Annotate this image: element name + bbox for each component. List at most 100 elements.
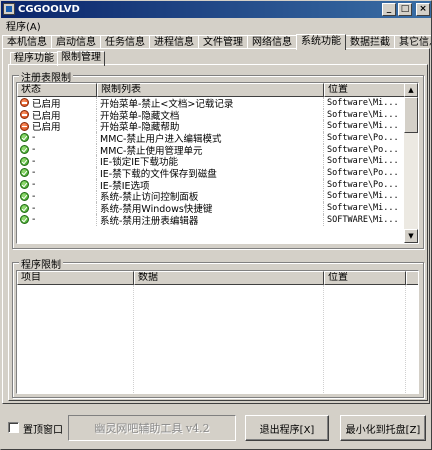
window-title: CGGOOLVD bbox=[18, 3, 80, 15]
restriction-name-cell: IE-禁IE选项 bbox=[97, 178, 324, 191]
location-cell: Software\Po... bbox=[324, 132, 406, 144]
status-text: 已启用 bbox=[32, 110, 61, 121]
ok-icon bbox=[20, 191, 29, 201]
column-data[interactable]: 数据 bbox=[134, 271, 324, 285]
table-row[interactable]: - MMC-禁止使用管理单元 Software\Po... bbox=[17, 143, 406, 156]
restriction-name-cell: IE-锁定IE下载功能 bbox=[97, 155, 324, 168]
table-row[interactable]: - 系统-禁用Windows快捷键 Software\Mi... bbox=[17, 202, 406, 214]
tab-data-intercept[interactable]: 数据拦截 bbox=[345, 35, 395, 49]
location-cell: Software\Po... bbox=[324, 143, 406, 156]
tab-system-functions[interactable]: 系统功能 bbox=[296, 34, 346, 50]
table-row[interactable]: 已启用 开始菜单-禁止<文档>记载记录 Software\Mi... bbox=[17, 97, 406, 109]
minimize-to-tray-button[interactable]: 最小化到托盘[Z] bbox=[340, 415, 426, 441]
tab-network-info[interactable]: 网络信息 bbox=[247, 35, 297, 49]
program-column-lines bbox=[17, 285, 418, 393]
ok-icon bbox=[20, 203, 29, 213]
tab-process-info[interactable]: 进程信息 bbox=[149, 35, 199, 49]
restriction-name-cell: IE-禁下载的文件保存到磁盘 bbox=[97, 167, 324, 179]
status-cell: - bbox=[17, 155, 97, 168]
restriction-name-cell: 开始菜单-隐藏文档 bbox=[97, 108, 324, 121]
program-group-title: 程序限制 bbox=[19, 256, 63, 271]
restriction-name-cell: 开始菜单-禁止<文档>记载记录 bbox=[97, 97, 324, 109]
bottom-bar: 置顶窗口 幽灵网吧辅助工具 v4.2 退出程序[X] 最小化到托盘[Z] bbox=[0, 406, 432, 450]
tab-file-manager[interactable]: 文件管理 bbox=[198, 35, 248, 49]
tab-startup-info[interactable]: 启动信息 bbox=[51, 35, 101, 49]
location-cell: Software\Mi... bbox=[324, 155, 406, 168]
column-filler bbox=[406, 271, 418, 285]
status-text: - bbox=[32, 179, 36, 191]
status-text: - bbox=[32, 155, 36, 167]
table-row[interactable]: 已启用 开始菜单-隐藏帮助 Software\Mi... bbox=[17, 120, 406, 133]
scroll-up-button[interactable]: ▲ bbox=[404, 83, 418, 97]
table-row[interactable]: - IE-禁下载的文件保存到磁盘 Software\Po... bbox=[17, 167, 406, 179]
column-status[interactable]: 状态 bbox=[17, 83, 97, 97]
brand-label: 幽灵网吧辅助工具 v4.2 bbox=[68, 415, 236, 441]
table-row[interactable]: - 系统-禁用注册表编辑器 SOFTWARE\Mi... bbox=[17, 213, 406, 226]
status-cell: - bbox=[17, 132, 97, 144]
ok-icon bbox=[20, 215, 29, 225]
restriction-name-cell: 系统-禁止访问控制面板 bbox=[97, 190, 324, 203]
status-text: - bbox=[32, 214, 36, 226]
status-text: - bbox=[32, 202, 36, 214]
scroll-thumb[interactable] bbox=[404, 97, 418, 133]
close-button[interactable]: × bbox=[416, 2, 430, 16]
column-location[interactable]: 位置 bbox=[324, 83, 406, 97]
maximize-button[interactable]: □ bbox=[398, 2, 412, 16]
status-text: 已启用 bbox=[32, 122, 61, 133]
restriction-name-cell: 系统-禁用Windows快捷键 bbox=[97, 202, 324, 214]
registry-scrollbar[interactable]: ▲ ▼ bbox=[404, 83, 418, 243]
ok-icon bbox=[20, 145, 29, 155]
ok-icon bbox=[20, 156, 29, 166]
tab-other-info[interactable]: 其它信息 bbox=[394, 35, 432, 49]
registry-rows: 已启用 开始菜单-禁止<文档>记载记录 Software\Mi... 已启用 开始菜单-… bbox=[17, 97, 406, 226]
program-list[interactable]: 项目 数据 位置 bbox=[16, 270, 419, 394]
topmost-label[interactable]: 置顶窗口 bbox=[23, 421, 63, 436]
ok-icon bbox=[20, 180, 29, 190]
status-text: - bbox=[32, 132, 36, 144]
restriction-name-cell: 开始菜单-隐藏帮助 bbox=[97, 120, 324, 133]
table-row[interactable]: - 系统-禁止访问控制面板 Software\Mi... bbox=[17, 190, 406, 203]
topmost-checkbox[interactable] bbox=[8, 422, 19, 433]
location-cell: Software\Mi... bbox=[324, 97, 406, 109]
restriction-name-cell: 系统-禁用注册表编辑器 bbox=[97, 213, 324, 226]
location-cell: Software\Mi... bbox=[324, 202, 406, 214]
status-text: 已启用 bbox=[32, 98, 61, 109]
registry-list-header: 状态 限制列表 位置 bbox=[17, 83, 406, 97]
tab-local-info[interactable]: 本机信息 bbox=[2, 35, 52, 49]
status-cell: - bbox=[17, 178, 97, 191]
scroll-down-button[interactable]: ▼ bbox=[404, 229, 418, 243]
status-cell: - bbox=[17, 143, 97, 156]
table-row[interactable]: 已启用 开始菜单-隐藏文档 Software\Mi... bbox=[17, 108, 406, 121]
table-row[interactable]: - IE-锁定IE下载功能 Software\Mi... bbox=[17, 155, 406, 168]
column-restriction[interactable]: 限制列表 bbox=[97, 83, 324, 97]
title-bar[interactable]: CGGOOLVD _ □ × bbox=[0, 0, 432, 18]
location-cell: Software\Mi... bbox=[324, 190, 406, 203]
column-program-location[interactable]: 位置 bbox=[324, 271, 406, 285]
status-cell: - bbox=[17, 202, 97, 214]
tab-task-info[interactable]: 任务信息 bbox=[100, 35, 150, 49]
ok-icon bbox=[20, 133, 29, 143]
menu-program[interactable]: 程序(A) bbox=[5, 18, 42, 33]
table-row[interactable]: - IE-禁IE选项 Software\Po... bbox=[17, 178, 406, 191]
location-cell: Software\Po... bbox=[324, 167, 406, 179]
status-cell: - bbox=[17, 167, 97, 179]
table-row[interactable]: - MMC-禁止用户进入编辑模式 Software\Po... bbox=[17, 132, 406, 144]
status-text: - bbox=[32, 144, 36, 156]
restriction-name-cell: MMC-禁止使用管理单元 bbox=[97, 143, 324, 156]
status-cell: 已启用 bbox=[17, 97, 97, 109]
menu-bar: 程序(A) bbox=[0, 18, 432, 33]
status-cell: 已启用 bbox=[17, 108, 97, 121]
minimize-button[interactable]: _ bbox=[382, 2, 396, 16]
disabled-icon bbox=[20, 110, 29, 120]
subtab-restriction-management[interactable]: 限制管理 bbox=[57, 51, 105, 66]
location-cell: Software\Mi... bbox=[324, 120, 406, 133]
column-item[interactable]: 项目 bbox=[17, 271, 134, 285]
restriction-name-cell: MMC-禁止用户进入编辑模式 bbox=[97, 132, 324, 144]
location-cell: Software\Po... bbox=[324, 178, 406, 191]
exit-button[interactable]: 退出程序[X] bbox=[245, 415, 329, 441]
disabled-icon bbox=[20, 121, 29, 131]
program-list-header: 项目 数据 位置 bbox=[17, 271, 418, 285]
app-icon bbox=[3, 3, 15, 15]
main-tabs: 本机信息 启动信息 任务信息 进程信息 文件管理 网络信息 系统功能 数据拦截 … bbox=[2, 33, 432, 50]
registry-list[interactable]: 状态 限制列表 位置 已启用 开始菜单-禁止<文档>记载记录 Software\Mi… bbox=[16, 82, 419, 244]
